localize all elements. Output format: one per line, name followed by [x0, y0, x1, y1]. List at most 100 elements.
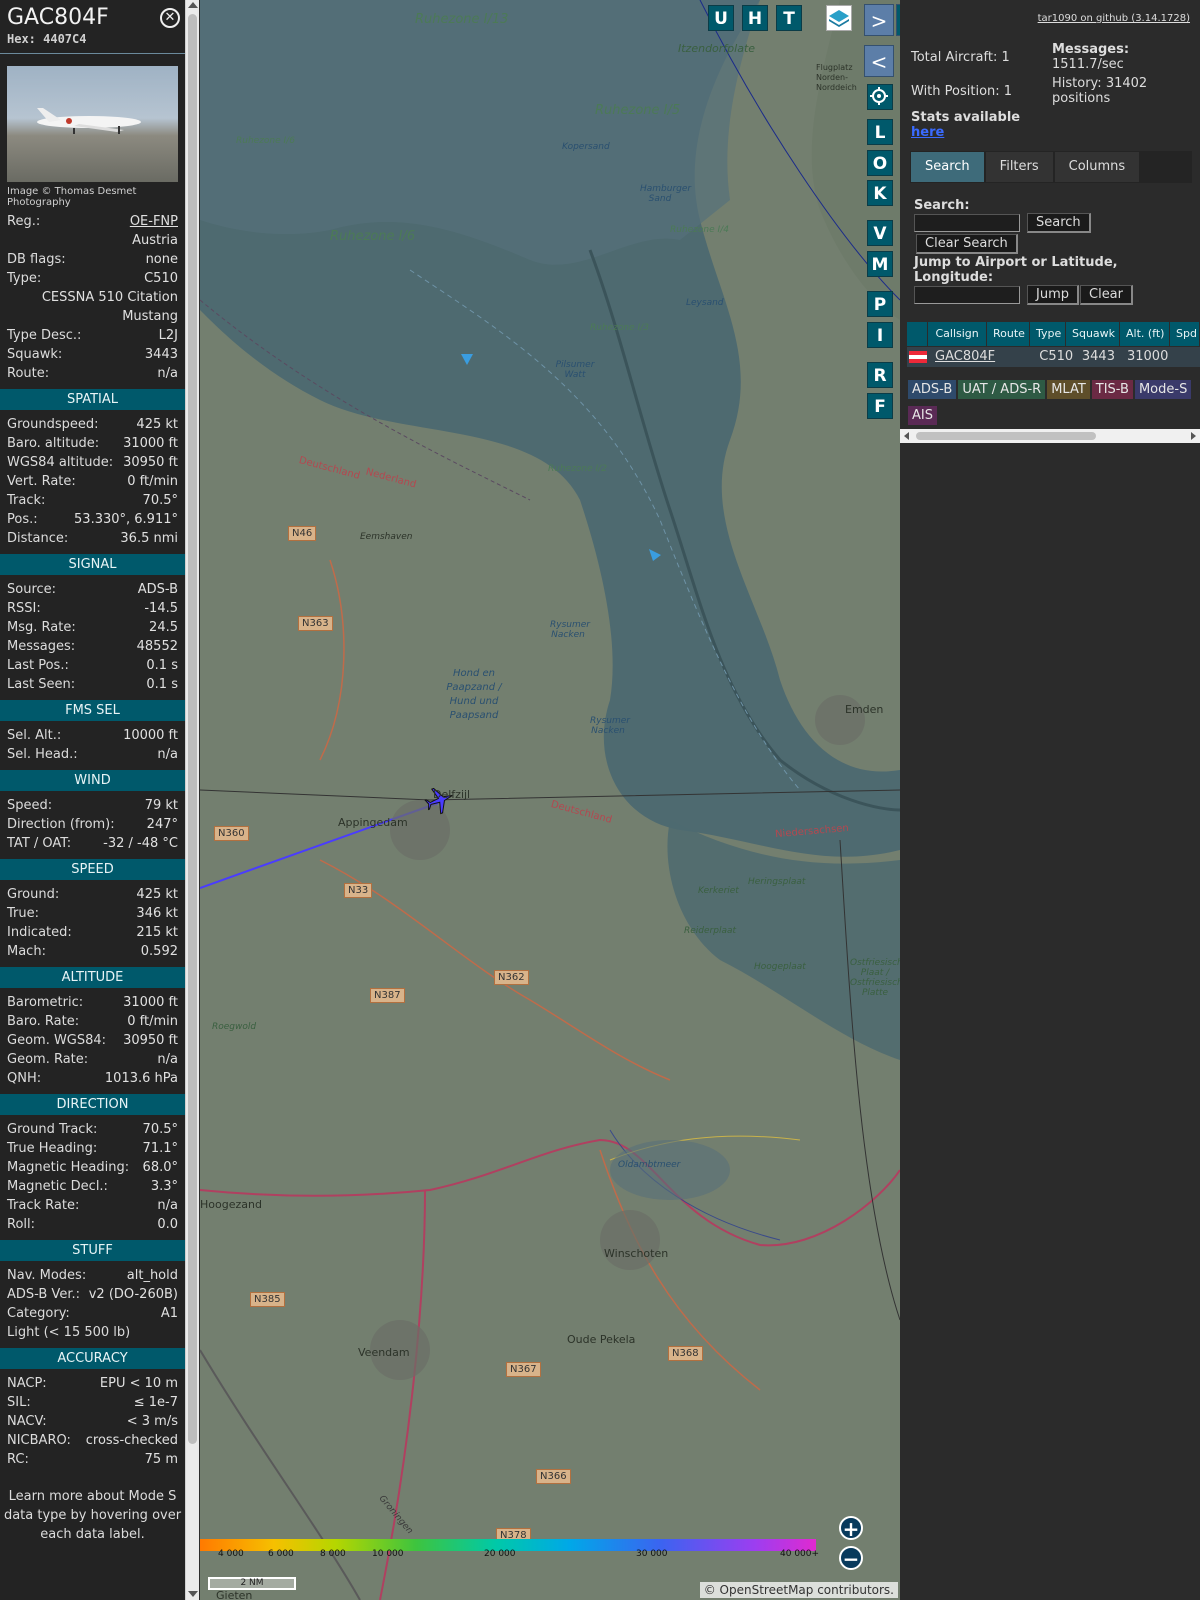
field-label[interactable]: Baro. Rate: — [7, 1012, 79, 1031]
col-flag[interactable] — [907, 322, 929, 346]
toggle-k-button[interactable]: K — [867, 180, 893, 206]
field-label[interactable]: TAT / OAT: — [7, 834, 71, 853]
field-label[interactable]: Source: — [7, 580, 56, 599]
sidebar-scrollbar[interactable] — [185, 0, 199, 1600]
source-badge[interactable]: Mode-S — [1134, 380, 1192, 399]
tab-search[interactable]: Search — [911, 152, 984, 182]
settings-button[interactable] — [867, 84, 893, 110]
col-altitude[interactable]: Alt. (ft) — [1120, 322, 1170, 346]
scrollbar-thumb[interactable] — [916, 432, 1096, 440]
scroll-up-icon[interactable] — [188, 2, 198, 8]
tab-filters[interactable]: Filters — [985, 152, 1053, 182]
field-label[interactable]: SIL: — [7, 1393, 31, 1412]
scroll-down-icon[interactable] — [188, 1591, 198, 1597]
source-badge[interactable]: TIS-B — [1091, 380, 1133, 399]
field-label[interactable]: Mach: — [7, 942, 46, 961]
source-badge[interactable]: UAT / ADS-R — [958, 380, 1046, 399]
field-label[interactable]: Geom. WGS84: — [7, 1031, 106, 1050]
layers-button[interactable] — [826, 5, 852, 31]
field-label[interactable]: Ground Track: — [7, 1120, 97, 1139]
table-horizontal-scrollbar[interactable] — [900, 429, 1200, 443]
field-label[interactable]: True Heading: — [7, 1139, 97, 1158]
aircraft-photo[interactable] — [7, 66, 178, 182]
prev-arrow-button[interactable]: < — [864, 45, 894, 77]
search-button[interactable]: Search — [1027, 213, 1091, 233]
toggle-t-button[interactable]: T — [776, 5, 802, 31]
field-label[interactable]: Speed: — [7, 796, 52, 815]
scroll-right-icon[interactable] — [1191, 432, 1196, 440]
map-view[interactable]: Ruhezone I/13 Ruhezone I/5 Ruhezone I/6 … — [200, 0, 900, 1600]
field-label[interactable]: Last Pos.: — [7, 656, 69, 675]
source-badge[interactable]: ADS-B — [908, 380, 957, 399]
field-label[interactable]: Barometric: — [7, 993, 83, 1012]
field-label[interactable]: Vert. Rate: — [7, 472, 76, 491]
field-label[interactable]: Sel. Alt.: — [7, 726, 61, 745]
field-label[interactable]: Baro. altitude: — [7, 434, 99, 453]
field-label[interactable]: Sel. Head.: — [7, 745, 78, 764]
col-type[interactable]: Type — [1030, 322, 1066, 346]
field-label[interactable]: Indicated: — [7, 923, 72, 942]
field-label[interactable]: RC: — [7, 1450, 29, 1469]
toggle-f-button[interactable]: F — [867, 393, 893, 419]
next-arrow-button[interactable]: > — [864, 4, 894, 36]
scrollbar-thumb[interactable] — [188, 14, 197, 1444]
close-icon[interactable]: ✕ — [160, 8, 180, 28]
field-label[interactable]: NACV: — [7, 1412, 47, 1431]
field-label[interactable]: NACP: — [7, 1374, 47, 1393]
toggle-p-button[interactable]: P — [867, 291, 893, 317]
jump-button[interactable]: Jump — [1027, 285, 1079, 305]
clear-search-button[interactable]: Clear Search — [916, 234, 1018, 254]
zoom-out-button[interactable]: − — [839, 1546, 863, 1570]
col-squawk[interactable]: Squawk — [1066, 322, 1120, 346]
map-attribution[interactable]: © OpenStreetMap contributors. — [699, 1582, 898, 1598]
toggle-sidebar-button[interactable]: ◂▸ — [896, 4, 900, 36]
toggle-v-button[interactable]: V — [867, 220, 893, 246]
field-label[interactable]: Roll: — [7, 1215, 35, 1234]
toggle-m-button[interactable]: M — [867, 251, 893, 277]
toggle-o-button[interactable]: O — [867, 150, 893, 176]
field-label[interactable]: Messages: — [7, 637, 75, 656]
field-label[interactable]: Nav. Modes: — [7, 1266, 86, 1285]
registration-link[interactable]: OE-FNP — [130, 212, 178, 231]
toggle-h-button[interactable]: H — [742, 5, 768, 31]
toggle-u-button[interactable]: U — [708, 5, 734, 31]
col-callsign[interactable]: Callsign — [928, 322, 987, 346]
search-input[interactable] — [914, 214, 1020, 232]
field-label[interactable]: Distance: — [7, 529, 68, 548]
zoom-in-button[interactable]: + — [839, 1516, 863, 1540]
stats-link[interactable]: here — [911, 125, 944, 140]
field-label[interactable]: Direction (from): — [7, 815, 115, 834]
tab-columns[interactable]: Columns — [1054, 152, 1140, 182]
field-label[interactable]: QNH: — [7, 1069, 41, 1088]
field-label[interactable]: NICBARO: — [7, 1431, 71, 1450]
field-label[interactable]: Magnetic Decl.: — [7, 1177, 108, 1196]
field-label[interactable]: Ground: — [7, 885, 59, 904]
toggle-r-button[interactable]: R — [867, 362, 893, 388]
field-label[interactable]: Pos.: — [7, 510, 38, 529]
row-callsign[interactable]: GAC804F — [929, 347, 995, 367]
field-label[interactable]: Track: — [7, 491, 45, 510]
field-label[interactable]: Light (< 15 500 lb) — [7, 1323, 130, 1342]
field-label[interactable]: ADS-B Ver.: — [7, 1285, 80, 1304]
field-label[interactable]: Geom. Rate: — [7, 1050, 88, 1069]
toggle-l-button[interactable]: L — [867, 119, 893, 145]
table-row[interactable]: GAC804F C510 3443 31000 — [907, 347, 1200, 367]
field-label[interactable]: Last Seen: — [7, 675, 75, 694]
col-speed[interactable]: Spd — [1170, 322, 1200, 346]
field-label[interactable]: WGS84 altitude: — [7, 453, 113, 472]
github-link[interactable]: tar1090 on github (3.14.1728) — [1038, 13, 1190, 24]
jump-input[interactable] — [914, 286, 1020, 304]
field-label[interactable]: RSSI: — [7, 599, 41, 618]
field-label[interactable]: Groundspeed: — [7, 415, 98, 434]
source-badge[interactable]: MLAT — [1047, 380, 1090, 399]
col-route[interactable]: Route — [987, 322, 1030, 346]
field-label[interactable]: Magnetic Heading: — [7, 1158, 129, 1177]
clear-button[interactable]: Clear — [1080, 285, 1133, 305]
field-label[interactable]: Category: — [7, 1304, 70, 1323]
field-label[interactable]: Msg. Rate: — [7, 618, 76, 637]
field-label[interactable]: True: — [7, 904, 39, 923]
field-label[interactable]: Track Rate: — [7, 1196, 79, 1215]
source-badge[interactable]: AIS — [908, 406, 937, 425]
toggle-i-button[interactable]: I — [867, 322, 893, 348]
scroll-left-icon[interactable] — [904, 432, 909, 440]
